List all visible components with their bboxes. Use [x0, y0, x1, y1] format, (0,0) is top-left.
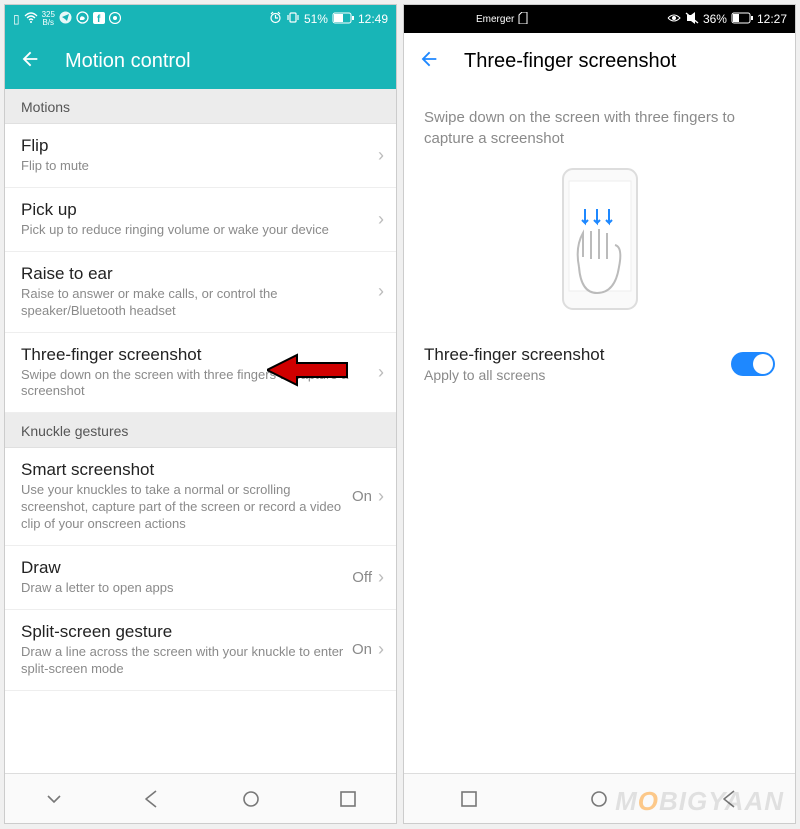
item-title: Split-screen gesture: [21, 622, 344, 642]
chevron-right-icon: ›: [378, 486, 384, 507]
back-button[interactable]: [418, 48, 440, 75]
clock: 12:27: [757, 12, 787, 26]
annotation-arrow: [267, 350, 349, 390]
vibrate-icon: [286, 11, 300, 27]
nav-home-button[interactable]: [589, 789, 609, 809]
chevron-right-icon: ›: [378, 281, 384, 302]
nav-collapse-icon[interactable]: [44, 789, 64, 809]
left-phone: ▯ 325B/s f 51%: [4, 4, 397, 824]
mute-icon: [685, 12, 699, 27]
item-sub: Draw a line across the screen with your …: [21, 644, 344, 678]
chevron-right-icon: ›: [378, 209, 384, 230]
alarm-icon: [269, 11, 282, 27]
battery-percent: 36%: [703, 12, 727, 26]
telegram-icon: [59, 11, 72, 27]
title-bar: Three-finger screenshot: [404, 33, 795, 89]
chevron-right-icon: ›: [378, 362, 384, 383]
chrome-icon: [109, 12, 121, 27]
item-value: On: [352, 488, 372, 505]
nav-recent-button[interactable]: [460, 790, 478, 808]
item-sub: Draw a letter to open apps: [21, 580, 344, 597]
item-title: Flip: [21, 136, 370, 156]
carrier-label: Emerger: [476, 14, 514, 25]
toggle-row: Three-finger screenshot Apply to all scr…: [404, 331, 795, 397]
section-header-knuckle: Knuckle gestures: [5, 413, 396, 448]
battery-icon: [332, 12, 354, 27]
item-sub: Flip to mute: [21, 158, 370, 175]
battery-icon: [731, 12, 753, 27]
nav-recent-button[interactable]: [339, 790, 357, 808]
status-bar: Emerger 36% 12:27: [404, 5, 795, 33]
item-pick-up[interactable]: Pick up Pick up to reduce ringing volume…: [5, 188, 396, 252]
eye-comfort-icon: [667, 12, 681, 27]
page-title: Motion control: [65, 50, 191, 73]
chevron-right-icon: ›: [378, 145, 384, 166]
nav-home-button[interactable]: [241, 789, 261, 809]
toggle-sub: Apply to all screens: [424, 367, 731, 383]
page-title: Three-finger screenshot: [464, 50, 676, 73]
nav-back-button[interactable]: [142, 789, 162, 809]
settings-list[interactable]: Motions Flip Flip to mute › Pick up Pick…: [5, 89, 396, 773]
status-bar: ▯ 325B/s f 51%: [5, 5, 396, 33]
item-value: Off: [352, 569, 372, 586]
toggle-switch[interactable]: [731, 352, 775, 376]
toggle-title: Three-finger screenshot: [424, 345, 731, 365]
facebook-icon: f: [93, 12, 105, 27]
whatsapp-icon: [76, 11, 89, 27]
item-value: On: [352, 641, 372, 658]
item-flip[interactable]: Flip Flip to mute ›: [5, 124, 396, 188]
chevron-right-icon: ›: [378, 567, 384, 588]
sim-icon: [518, 12, 528, 27]
wifi-icon: [24, 12, 38, 27]
item-sub: Pick up to reduce ringing volume or wake…: [21, 222, 370, 239]
detail-content: Swipe down on the screen with three fing…: [404, 89, 795, 773]
battery-percent: 51%: [304, 12, 328, 26]
sim-icon: ▯: [13, 12, 20, 26]
network-speed: 325B/s: [42, 11, 55, 27]
watermark: MOBIGYAAN: [615, 786, 784, 817]
title-bar: Motion control: [5, 33, 396, 89]
description-text: Swipe down on the screen with three fing…: [404, 89, 795, 161]
right-phone: Emerger 36% 12:27 Three-finger screensho…: [403, 4, 796, 824]
item-sub: Use your knuckles to take a normal or sc…: [21, 482, 344, 533]
item-split-screen[interactable]: Split-screen gesture Draw a line across …: [5, 610, 396, 691]
item-title: Pick up: [21, 200, 370, 220]
item-smart-screenshot[interactable]: Smart screenshot Use your knuckles to ta…: [5, 448, 396, 546]
nav-bar: [5, 773, 396, 823]
item-sub: Raise to answer or make calls, or contro…: [21, 286, 370, 320]
item-title: Smart screenshot: [21, 460, 344, 480]
back-button[interactable]: [19, 48, 41, 75]
section-header-motions: Motions: [5, 89, 396, 124]
chevron-right-icon: ›: [378, 639, 384, 660]
item-title: Draw: [21, 558, 344, 578]
clock: 12:49: [358, 12, 388, 26]
item-draw[interactable]: Draw Draw a letter to open apps Off ›: [5, 546, 396, 610]
gesture-illustration: [404, 161, 795, 331]
item-raise-to-ear[interactable]: Raise to ear Raise to answer or make cal…: [5, 252, 396, 333]
item-title: Raise to ear: [21, 264, 370, 284]
